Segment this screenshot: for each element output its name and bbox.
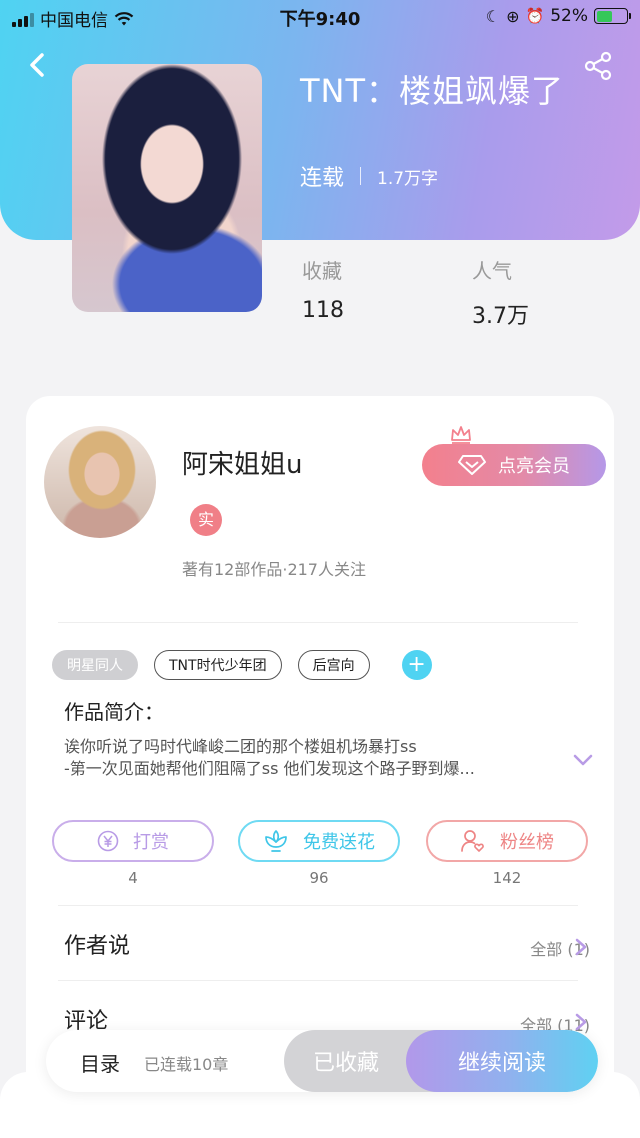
back-icon[interactable] [24, 50, 50, 80]
divider [58, 980, 578, 981]
tip-button[interactable]: 打赏 [52, 820, 214, 862]
continue-reading-label: 继续阅读 [457, 1051, 546, 1076]
vip-button[interactable]: 点亮会员 [422, 444, 606, 486]
divider [58, 905, 578, 906]
tag-item[interactable]: 后宫向 [297, 650, 370, 680]
stat-value: 118 [302, 298, 344, 323]
stat-value: 3.7万 [472, 304, 529, 329]
user-heart-icon [461, 830, 484, 852]
flower-count: 96 [309, 869, 329, 887]
intro-line: 诶你听说了吗时代峰峻二团的那个楼姐机场暴打ss [64, 737, 417, 756]
serial-status: 连载 [300, 166, 345, 191]
tip-count: 4 [128, 869, 138, 887]
tag-item[interactable]: TNT时代少年团 [154, 650, 282, 680]
word-count: 1.7万字 [377, 168, 439, 189]
crown-icon [451, 426, 471, 444]
author-stats: 著有12部作品·217人关注 [182, 560, 366, 579]
plus-icon: + [407, 652, 426, 677]
alarm-icon: ⏰ [525, 7, 545, 25]
book-meta: 连载 1.7万字 [300, 160, 438, 192]
share-icon[interactable] [582, 50, 614, 82]
fan-ranking-button[interactable]: 粉丝榜 [426, 820, 588, 862]
yen-icon [97, 830, 119, 852]
bottom-action-bar: 目录 已连载10章 已收藏 继续阅读 [46, 1030, 598, 1092]
continue-reading-button[interactable]: 继续阅读 [406, 1030, 598, 1092]
book-cover[interactable] [72, 64, 262, 312]
vip-button-label: 点亮会员 [498, 456, 570, 477]
author-avatar[interactable] [44, 426, 156, 538]
book-title: TNT：楼姐飒爆了 [300, 72, 565, 110]
divider [58, 622, 578, 623]
flower-icon [265, 830, 287, 852]
verified-badge: 实 [190, 504, 222, 536]
tag-list: 明星同人 TNT时代少年团 后宫向 + [52, 650, 432, 680]
tag-item[interactable]: 明星同人 [52, 650, 138, 680]
favorited-label: 已收藏 [312, 1051, 379, 1076]
moon-icon: ☾ [485, 6, 501, 26]
author-name[interactable]: 阿宋姐姐u [182, 444, 302, 481]
chevron-right-icon[interactable] [574, 937, 588, 957]
battery-icon [594, 8, 631, 24]
battery-percent: 52% [550, 6, 588, 26]
intro-title: 作品简介： [64, 700, 164, 724]
fan-count: 142 [492, 869, 522, 887]
stat-popularity: 人气 3.7万 [472, 255, 529, 330]
stat-favorites: 收藏 118 [302, 255, 344, 323]
chevron-right-icon[interactable] [574, 1012, 588, 1032]
meta-divider [360, 167, 362, 185]
intro-line: -第一次见面她帮他们阻隔了ss 他们发现这个路子野到爆... [64, 759, 475, 778]
send-flower-label: 免费送花 [303, 832, 375, 853]
chevron-down-icon[interactable] [572, 752, 594, 768]
toc-button[interactable]: 目录 [80, 1048, 120, 1077]
diamond-icon [458, 455, 486, 475]
stat-label: 人气 [472, 259, 512, 283]
fan-ranking-label: 粉丝榜 [500, 832, 554, 853]
add-tag-button[interactable]: + [401, 650, 432, 680]
stat-label: 收藏 [302, 259, 342, 283]
status-bar: 中国电信 下午9:40 ☾ ⊕ ⏰ 52% [0, 0, 640, 34]
send-flower-button[interactable]: 免费送花 [238, 820, 400, 862]
author-notes-title: 作者说 [64, 934, 131, 959]
tip-label: 打赏 [133, 832, 169, 853]
chapter-count: 已连载10章 [144, 1055, 229, 1074]
orientation-lock-icon: ⊕ [506, 6, 520, 26]
intro-text: 诶你听说了吗时代峰峻二团的那个楼姐机场暴打ss -第一次见面她帮他们阻隔了ss … [64, 736, 564, 780]
